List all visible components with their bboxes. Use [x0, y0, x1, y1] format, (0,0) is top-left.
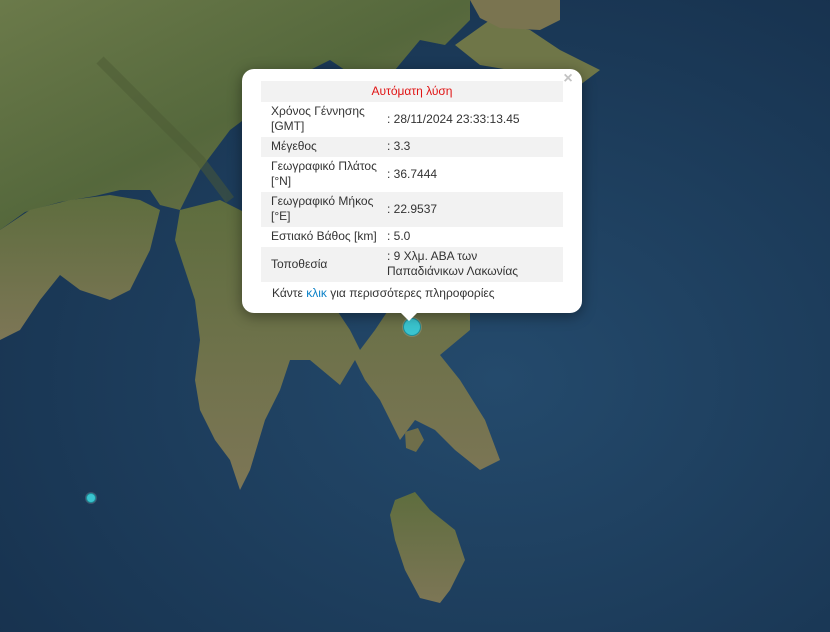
table-row: Τοποθεσία : 9 Χλμ. ΑΒΑ των Παπαδιάνικων …: [261, 247, 563, 282]
more-info-suffix: για περισσότερες πληροφορίες: [330, 286, 495, 300]
table-row: Μέγεθος : 3.3: [261, 137, 563, 157]
other-earthquake-marker[interactable]: [86, 493, 96, 503]
magnitude-value: : 3.3: [385, 137, 563, 157]
table-row: Χρόνος Γέννησης [GMT] : 28/11/2024 23:33…: [261, 102, 563, 137]
table-row: Γεωγραφικό Μήκος [°E] : 22.9537: [261, 192, 563, 227]
earthquake-info-table: Αυτόματη λύση Χρόνος Γέννησης [GMT] : 28…: [261, 81, 563, 282]
depth-value: : 5.0: [387, 229, 411, 243]
depth-label: Εστιακό Βάθος [km]: [271, 229, 377, 243]
more-info-prefix: Κάντε: [272, 286, 303, 300]
latitude-value: : 36.7444: [387, 166, 438, 181]
latitude-label: Γεωγραφικό Πλάτος [°N]: [271, 159, 377, 188]
location-label: Τοποθεσία: [261, 247, 385, 282]
longitude-value: : 22.9537: [385, 192, 563, 227]
origin-time-value: : 28/11/2024 23:33:13.45: [387, 111, 520, 126]
table-row: Εστιακό Βάθος [km] : 5.0: [261, 227, 563, 247]
popup-tip: [400, 312, 418, 321]
table-row: Γεωγραφικό Πλάτος [°N] : 36.7444: [261, 157, 563, 192]
origin-time-label: Χρόνος Γέννησης [GMT]: [271, 104, 365, 133]
popup-content: Αυτόματη λύση Χρόνος Γέννησης [GMT] : 28…: [261, 81, 563, 300]
more-info-line: Κάντε κλικ για περισσότερες πληροφορίες: [261, 282, 563, 300]
longitude-label: Γεωγραφικό Μήκος [°E]: [261, 192, 385, 227]
location-value: : 9 Χλμ. ΑΒΑ των Παπαδιάνικων Λακωνίας: [385, 247, 563, 282]
earthquake-info-popup: × Αυτόματη λύση Χρόνος Γέννησης [GMT] : …: [242, 69, 582, 313]
more-info-link[interactable]: κλικ: [306, 286, 327, 300]
magnitude-label: Μέγεθος: [261, 137, 385, 157]
popup-title: Αυτόματη λύση: [261, 81, 563, 102]
